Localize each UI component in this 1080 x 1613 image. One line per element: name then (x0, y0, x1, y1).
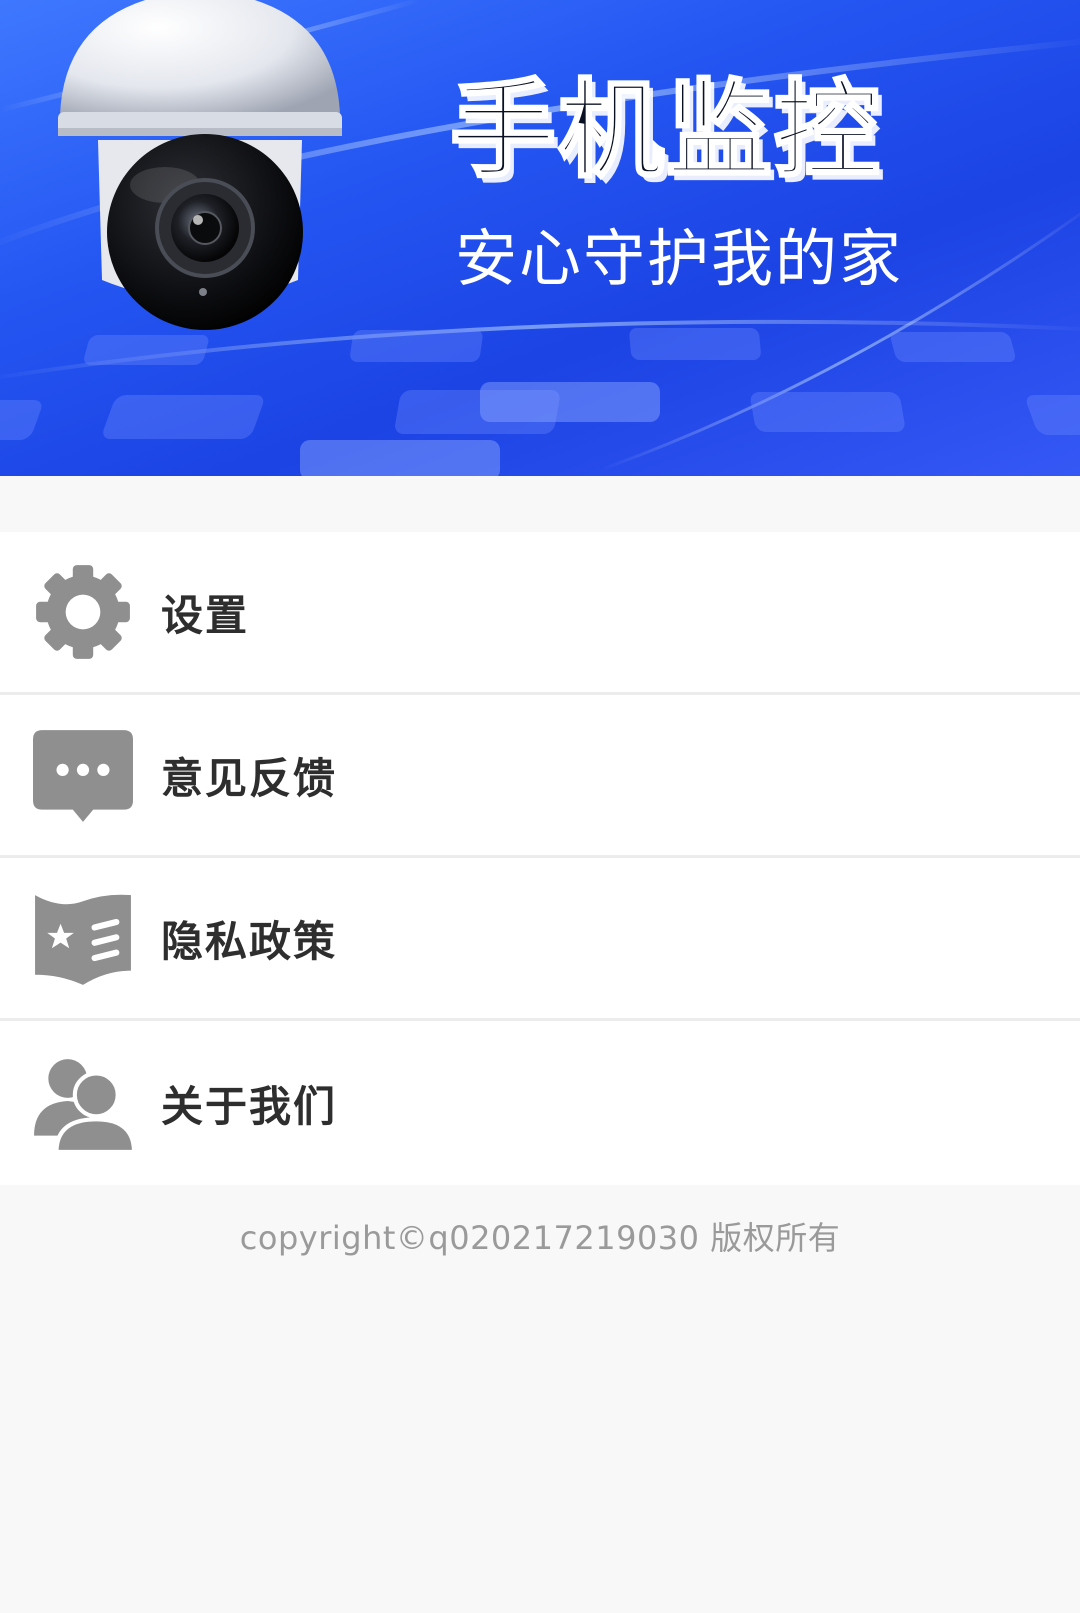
menu-item-settings[interactable]: 设置 (0, 532, 1080, 695)
book-star-icon (35, 894, 131, 985)
banner-subtitle: 安心守护我的家 (455, 222, 904, 295)
menu-item-privacy-policy[interactable]: 隐私政策 (0, 858, 1080, 1021)
gear-icon (36, 565, 130, 659)
menu-item-label: 设置 (161, 590, 250, 640)
menu-item-label: 意见反馈 (161, 753, 338, 803)
menu-item-feedback[interactable]: 意见反馈 (0, 695, 1080, 858)
menu-item-label: 关于我们 (161, 1081, 338, 1131)
copyright-text: copyright©q020217219030 版权所有 (239, 1219, 841, 1257)
banner-title: 手机监控 (449, 69, 882, 192)
chat-bubble-icon (33, 730, 133, 822)
menu-item-label: 隐私政策 (161, 916, 338, 966)
users-icon (34, 1059, 134, 1154)
settings-menu: 设置 意见反馈 隐私政策 关于我们 (0, 532, 1080, 1185)
banner: 手机监控 安心守护我的家 (0, 0, 1080, 476)
menu-item-about-us[interactable]: 关于我们 (0, 1021, 1080, 1185)
